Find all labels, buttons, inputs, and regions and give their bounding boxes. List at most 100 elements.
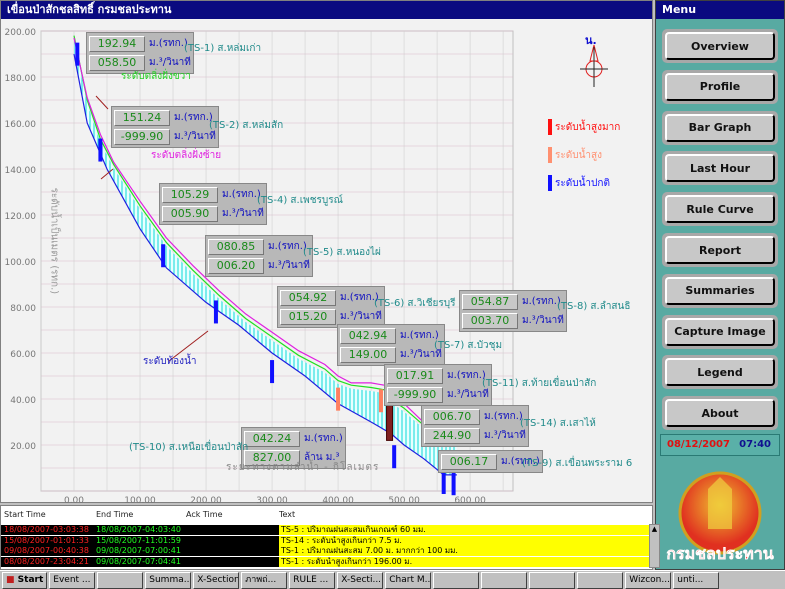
y-tick-label: 200.00 xyxy=(5,28,37,38)
scroll-up-icon[interactable]: ▲ xyxy=(650,525,659,533)
y-tick-label: 60.00 xyxy=(10,350,36,360)
station-box-ts-5[interactable]: 080.85 ม.(รทก.) 006.20 ม.³/วินาที xyxy=(205,235,313,277)
flow-unit: ม.³/วินาที xyxy=(268,260,310,271)
alarm-row[interactable]: 08/08/2007-23:04:21 09/08/2007-07:04:41 TS… xyxy=(1,557,651,568)
flow-unit: ม.³/วินาที xyxy=(340,311,382,322)
menu-button-summaries[interactable]: Summaries xyxy=(662,273,778,308)
menu-button-profile[interactable]: Profile xyxy=(662,69,778,104)
taskbar-item[interactable] xyxy=(481,572,528,589)
menu-button-label: Profile xyxy=(665,72,775,101)
flow-unit: ม.³/วินาที xyxy=(484,430,526,441)
water-level-value: 006.17 xyxy=(441,453,497,470)
station-marker-ts-14 xyxy=(441,470,446,494)
taskbar-item[interactable]: RULE ... xyxy=(289,572,336,589)
x-tick-label: 400.00 xyxy=(322,496,354,503)
water-level-value: 017.91 xyxy=(387,367,443,384)
y-tick-label: 120.00 xyxy=(5,212,37,222)
level-unit: ม.(รทก.) xyxy=(268,241,307,252)
station-box-ts-2[interactable]: 151.24 ม.(รทก.) -999.90 ม.³/วินาที xyxy=(111,106,219,148)
menu-button-label: About xyxy=(665,399,775,428)
menu-panel: Menu Overview Profile Bar Graph Last Hour Ru… xyxy=(655,0,785,570)
station-box-ts-11[interactable]: 017.91 ม.(รทก.) -999.90 ม.³/วินาที xyxy=(384,364,492,406)
level-unit: ม.(รทก.) xyxy=(174,112,213,123)
level-unit: ม.(รทก.) xyxy=(340,292,379,303)
rid-logo: กรมชลประทาน xyxy=(660,469,780,567)
legend-very-high: ระดับน้ำสูงมาก xyxy=(548,119,620,135)
x-tick-label: 600.00 xyxy=(454,496,486,503)
alarm-row[interactable]: 09/08/2007-00:40:38 09/08/2007-07:00:41 TS… xyxy=(1,546,651,557)
water-level-value: 054.87 xyxy=(462,293,518,310)
alarm-row[interactable]: 15/08/2007-01:01:33 15/08/2007-11:01:59 TS… xyxy=(1,535,651,546)
station-box-ts-14[interactable]: 006.70 ม.(รทก.) 244.90 ม.³/วินาที xyxy=(421,405,529,447)
menu-button-overview[interactable]: Overview xyxy=(662,29,778,63)
taskbar-item[interactable] xyxy=(577,572,624,589)
x-tick-label: 500.00 xyxy=(388,496,420,503)
level-unit: ม.(รทก.) xyxy=(522,296,561,307)
y-tick-label: 160.00 xyxy=(5,120,37,130)
x-tick-label: 0.00 xyxy=(64,496,84,503)
station-box-ts-4[interactable]: 105.29 ม.(รทก.) 005.90 ม.³/วินาที xyxy=(159,183,267,225)
taskbar-item[interactable]: unti... xyxy=(673,572,720,589)
taskbar-item[interactable]: Summa... xyxy=(145,572,192,589)
water-level-value: 042.94 xyxy=(340,327,396,344)
station-label-ts-5: (TS-5) ส.หนองไผ่ xyxy=(303,247,381,258)
alarm-end-time: 15/08/2007-11:01:59 xyxy=(96,535,181,545)
station-box-ts-7[interactable]: 042.94 ม.(รทก.) 149.00 ม.³/วินาที xyxy=(337,324,445,366)
alarm-start-time: 15/08/2007-01:01:33 xyxy=(4,535,89,545)
flow-unit: ม.³/วินาที xyxy=(222,208,264,219)
legend-normal: ระดับน้ำปกติ xyxy=(548,175,610,191)
taskbar: ■ Start Event ... Summa... X-Section ภาพถ่..… xyxy=(0,570,785,589)
water-level-value: 105.29 xyxy=(162,186,218,203)
taskbar-item[interactable]: X-Secti... xyxy=(337,572,384,589)
taskbar-item[interactable] xyxy=(529,572,576,589)
start-label: Start xyxy=(17,575,44,585)
taskbar-item[interactable]: ภาพถ่... xyxy=(241,572,288,589)
level-unit: ม.(รทก.) xyxy=(222,189,261,200)
header-end-time: End Time xyxy=(96,510,134,519)
taskbar-item[interactable] xyxy=(433,572,480,589)
start-button[interactable]: ■ Start xyxy=(2,572,48,589)
taskbar-item[interactable] xyxy=(97,572,144,589)
taskbar-item[interactable]: Chart M... xyxy=(385,572,432,589)
level-unit: ม.(รทก.) xyxy=(447,370,486,381)
taskbar-item[interactable]: Event ... xyxy=(49,572,96,589)
windows-logo-icon: ■ xyxy=(6,575,15,585)
menu-button-about[interactable]: About xyxy=(662,396,778,431)
y-axis-title: ระดับน้ำเป็นเมตร (รทก.) xyxy=(48,187,60,295)
station-label-ts-14: (TS-14) ส.เสาไห้ xyxy=(520,418,596,429)
station-box-ts-8[interactable]: 054.87 ม.(รทก.) 003.70 ม.³/วินาที xyxy=(459,290,567,332)
station-marker-ts-9 xyxy=(451,472,456,496)
level-unit: ม.(รทก.) xyxy=(304,433,343,444)
station-marker-ts-5 xyxy=(213,300,218,324)
menu-button-rule-curve[interactable]: Rule Curve xyxy=(662,192,778,227)
level-unit: ม.(รทก.) xyxy=(484,411,523,422)
alarm-row[interactable]: 18/08/2007-03:03:38 18/08/2007-04:03:40 TS… xyxy=(1,525,651,535)
x-axis-title: ระยะทางตามลำน้ำ - กิโลเมตร xyxy=(226,462,380,473)
alarm-scrollbar[interactable]: ▲ xyxy=(649,524,660,568)
x-tick-label: 300.00 xyxy=(256,496,288,503)
station-box-ts-1[interactable]: 192.94 ม.(รทก.) 058.50 ม.³/วินาที xyxy=(86,32,194,74)
flow-unit: ม.³/วินาที xyxy=(149,57,191,68)
alarm-end-time: 09/08/2007-07:04:41 xyxy=(96,557,181,567)
date-text: 08/12/2007 xyxy=(667,439,730,450)
menu-button-label: Bar Graph xyxy=(665,113,775,142)
header-start-time: Start Time xyxy=(4,510,46,519)
menu-button-last-hour[interactable]: Last Hour xyxy=(662,151,778,186)
taskbar-item[interactable]: Wizcon... xyxy=(625,572,672,589)
flow-value: -999.90 xyxy=(114,128,170,145)
water-level-value: 006.70 xyxy=(424,408,480,425)
menu-button-capture-image[interactable]: Capture Image xyxy=(662,314,778,349)
menu-button-legend[interactable]: Legend xyxy=(662,355,778,390)
taskbar-item[interactable]: X-Section xyxy=(193,572,240,589)
station-box-ts-6[interactable]: 054.92 ม.(รทก.) 015.20 ม.³/วินาที xyxy=(277,286,385,328)
station-marker-ts-10 xyxy=(378,389,383,413)
menu-button-bar-graph[interactable]: Bar Graph xyxy=(662,110,778,145)
menu-button-report[interactable]: Report xyxy=(662,233,778,267)
menu-button-label: Summaries xyxy=(665,276,775,305)
station-marker-ts-1 xyxy=(75,42,80,66)
y-tick-label: 80.00 xyxy=(10,304,36,314)
station-marker-ts-6 xyxy=(270,360,275,384)
alarm-end-time: 18/08/2007-04:03:40 xyxy=(96,525,181,534)
station-marker-ts-2 xyxy=(98,138,103,162)
flow-value: 015.20 xyxy=(280,308,336,325)
